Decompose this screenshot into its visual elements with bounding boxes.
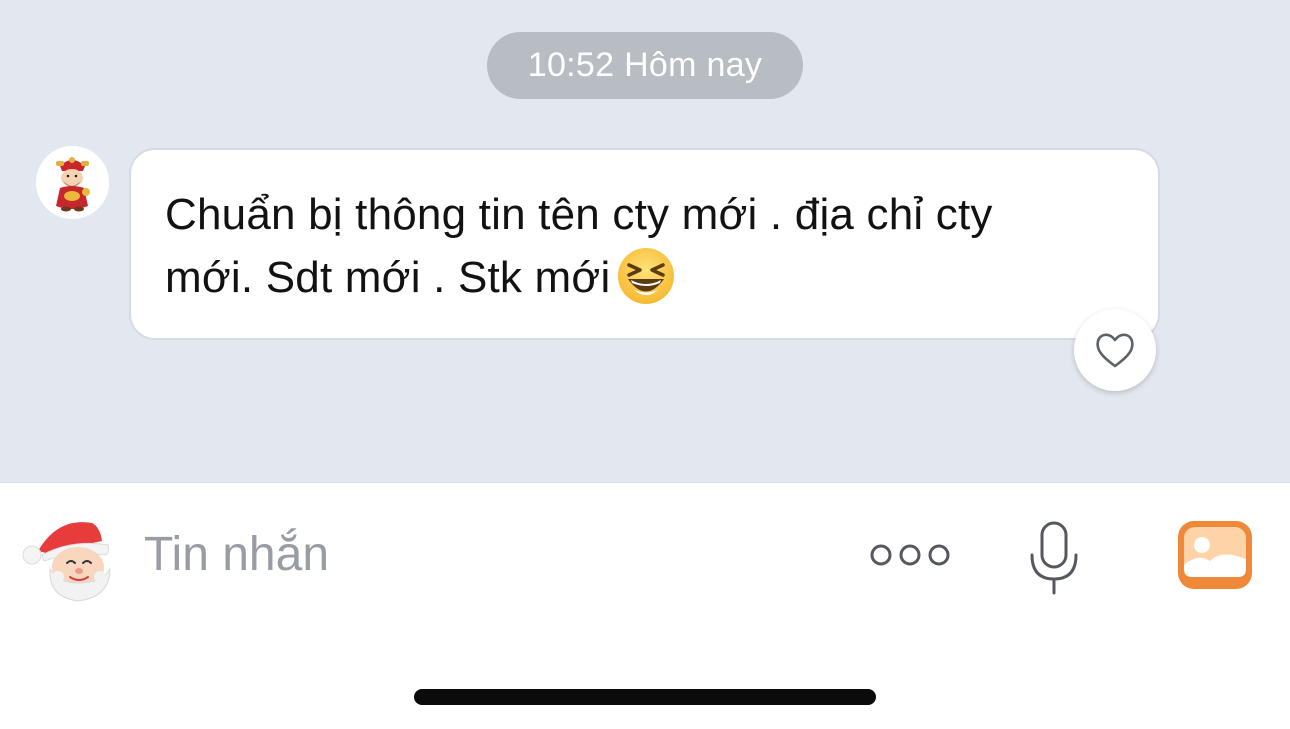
message-line-2: mới. Sdt mới . Stk mới xyxy=(165,246,1128,309)
message-composer xyxy=(0,482,1290,623)
more-options-icon xyxy=(870,544,950,566)
photo-gallery-icon xyxy=(1178,521,1252,589)
santa-sticker-icon xyxy=(22,522,111,602)
home-indicator[interactable] xyxy=(414,689,876,705)
sticker-button[interactable] xyxy=(18,511,128,603)
message-bubble[interactable]: Chuẩn bị thông tin tên cty mới . địa chỉ… xyxy=(129,148,1160,340)
message-text: Chuẩn bị thông tin tên cty mới . địa chỉ… xyxy=(165,184,1128,309)
laughing-squinting-face-icon xyxy=(616,246,676,306)
heart-icon xyxy=(1096,333,1134,368)
more-options-button[interactable] xyxy=(866,535,954,575)
god-of-wealth-avatar-icon xyxy=(36,146,109,219)
sender-avatar[interactable] xyxy=(36,146,109,219)
message-line-2-text: mới. Sdt mới . Stk mới xyxy=(165,253,611,302)
chat-area[interactable]: 10:52 Hôm nay Chuẩn bị thông tin tên cty… xyxy=(0,0,1290,482)
photo-gallery-button[interactable] xyxy=(1176,519,1254,591)
reaction-button[interactable] xyxy=(1074,309,1156,391)
microphone-icon xyxy=(1030,521,1078,595)
voice-message-button[interactable] xyxy=(1026,519,1082,597)
message-input[interactable] xyxy=(144,519,824,589)
message-line-1: Chuẩn bị thông tin tên cty mới . địa chỉ… xyxy=(165,190,993,239)
timestamp-pill: 10:52 Hôm nay xyxy=(487,32,803,99)
